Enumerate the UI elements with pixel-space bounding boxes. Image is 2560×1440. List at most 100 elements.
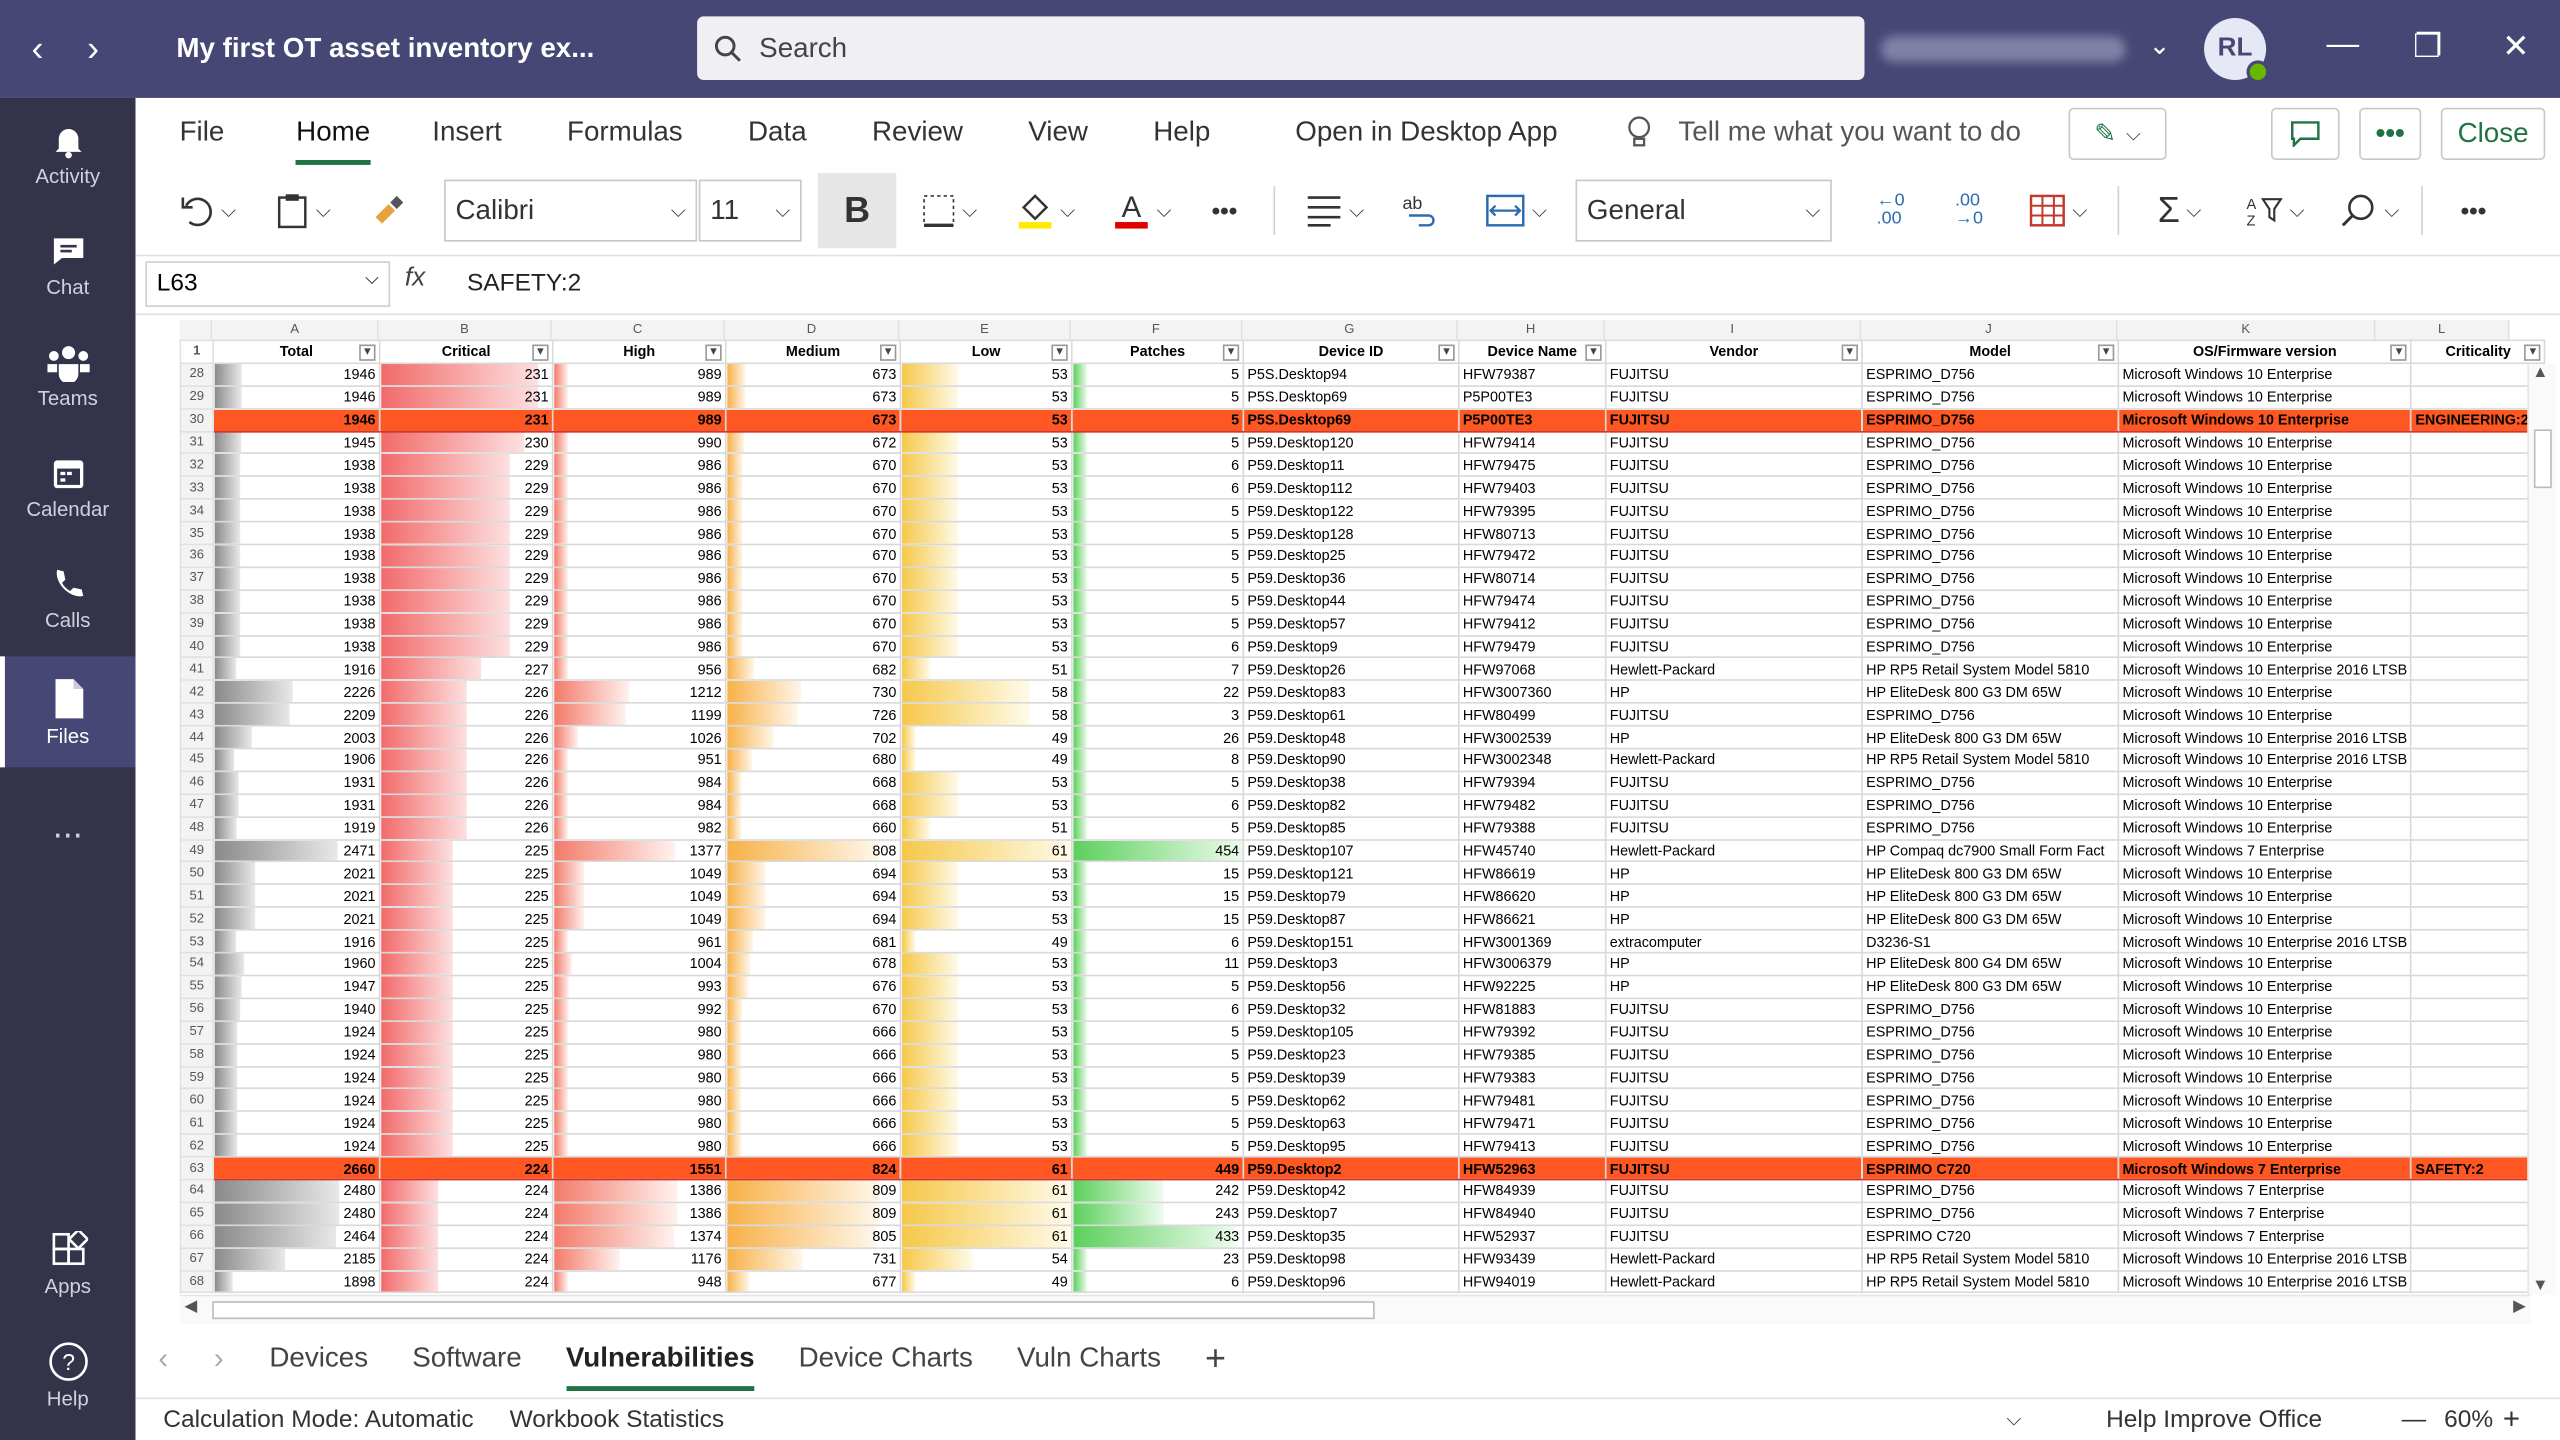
comments-button[interactable] bbox=[2271, 107, 2340, 160]
row-number[interactable]: 57 bbox=[179, 1019, 214, 1045]
column-title[interactable]: Device Name ▾ bbox=[1457, 339, 1607, 364]
table-cell[interactable]: 243 bbox=[1071, 1201, 1245, 1226]
table-cell[interactable]: 53 bbox=[899, 362, 1073, 387]
table-cell[interactable]: HFW52937 bbox=[1457, 1224, 1607, 1249]
table-cell[interactable]: HFW80713 bbox=[1457, 521, 1607, 546]
table-cell[interactable]: FUJITSU bbox=[1604, 634, 1863, 659]
table-cell[interactable]: HP EliteDesk 800 G4 DM 65W bbox=[1861, 951, 2120, 977]
table-cell[interactable]: 986 bbox=[551, 498, 727, 523]
table-cell[interactable]: 808 bbox=[724, 838, 902, 863]
table-row[interactable]: 67 2185 224 1176 731 54 23 P59.Desktop98 HFW9343… bbox=[179, 1246, 2546, 1272]
table-cell[interactable]: Microsoft Windows 10 Enterprise bbox=[2117, 611, 2413, 637]
table-cell[interactable]: Microsoft Windows 10 Enterprise bbox=[2117, 997, 2413, 1022]
table-cell[interactable]: HP RP5 Retail System Model 5810 bbox=[1861, 657, 2120, 682]
table-cell[interactable]: 670 bbox=[724, 589, 902, 614]
row-number[interactable]: 40 bbox=[179, 634, 214, 659]
table-cell[interactable]: 61 bbox=[899, 1178, 1073, 1204]
table-cell[interactable]: P59.Desktop98 bbox=[1242, 1246, 1460, 1272]
table-cell[interactable]: 53 bbox=[899, 521, 1073, 546]
row-number[interactable]: 29 bbox=[179, 384, 214, 410]
rail-teams[interactable]: Teams bbox=[0, 320, 136, 431]
table-cell[interactable]: 730 bbox=[724, 679, 902, 705]
table-row[interactable]: 61 1924 225 980 666 53 5 P59.Desktop63 HFW79471 F… bbox=[179, 1110, 2546, 1135]
table-cell[interactable]: Microsoft Windows 10 Enterprise bbox=[2117, 498, 2413, 523]
table-cell[interactable]: FUJITSU bbox=[1604, 1224, 1863, 1249]
table-cell[interactable]: ESPRIMO_D756 bbox=[1861, 1065, 2120, 1090]
table-cell[interactable]: 1946 bbox=[212, 384, 381, 410]
table-row[interactable]: 57 1924 225 980 666 53 5 P59.Desktop105 HFW79392… bbox=[179, 1019, 2546, 1045]
rail-apps[interactable]: Apps bbox=[0, 1208, 136, 1319]
table-cell[interactable]: 673 bbox=[724, 384, 902, 410]
table-cell[interactable]: P59.Desktop57 bbox=[1242, 611, 1460, 637]
table-cell[interactable]: P59.Desktop9 bbox=[1242, 634, 1460, 659]
table-row[interactable]: 41 1916 227 956 682 51 7 P59.Desktop26 HFW97068 H… bbox=[179, 657, 2546, 682]
table-cell[interactable]: 5 bbox=[1071, 1133, 1245, 1158]
table-cell[interactable]: 229 bbox=[378, 452, 554, 478]
table-cell[interactable]: 986 bbox=[551, 521, 727, 546]
table-cell[interactable]: P59.Desktop38 bbox=[1242, 770, 1460, 795]
table-cell[interactable]: 670 bbox=[724, 521, 902, 546]
table-cell[interactable]: FUJITSU bbox=[1604, 1201, 1863, 1226]
row-number[interactable]: 49 bbox=[179, 838, 214, 863]
table-cell[interactable]: 53 bbox=[899, 611, 1073, 637]
column-header[interactable]: C bbox=[551, 319, 725, 340]
table-row[interactable]: 37 1938 229 986 670 53 5 P59.Desktop36 HFW80714 F… bbox=[179, 566, 2546, 591]
table-cell[interactable]: 53 bbox=[899, 861, 1073, 886]
table-cell[interactable]: Microsoft Windows 7 Enterprise bbox=[2117, 1224, 2413, 1249]
table-cell[interactable]: 15 bbox=[1071, 906, 1245, 931]
font-name-dropdown[interactable]: Calibri ⌵ bbox=[444, 179, 698, 242]
table-cell[interactable]: 1924 bbox=[212, 1042, 381, 1067]
table-cell[interactable]: 226 bbox=[378, 793, 554, 818]
table-row[interactable]: 66 2464 224 1374 805 61 433 P59.Desktop35 HFW529… bbox=[179, 1224, 2546, 1249]
table-row[interactable]: 64 2480 224 1386 809 61 242 P59.Desktop42 HFW849… bbox=[179, 1178, 2546, 1204]
horizontal-scrollbar[interactable]: ◀ ▶ bbox=[179, 1294, 2531, 1325]
formula-input[interactable]: SAFETY:2 bbox=[467, 269, 581, 297]
table-cell[interactable]: 53 bbox=[899, 1065, 1073, 1090]
select-all-corner[interactable] bbox=[179, 319, 213, 340]
table-cell[interactable]: 22 bbox=[1071, 679, 1245, 705]
table-cell[interactable]: HFW79387 bbox=[1457, 362, 1607, 387]
table-cell[interactable]: 1919 bbox=[212, 815, 381, 841]
table-cell[interactable] bbox=[2410, 1065, 2546, 1090]
table-cell[interactable]: 668 bbox=[724, 770, 902, 795]
row-number[interactable]: 28 bbox=[179, 362, 214, 387]
column-title[interactable]: Patches ▾ bbox=[1071, 339, 1245, 364]
close-window-icon[interactable]: ✕ bbox=[2491, 26, 2540, 67]
table-cell[interactable]: HFW93439 bbox=[1457, 1246, 1607, 1272]
table-cell[interactable]: FUJITSU bbox=[1604, 362, 1863, 387]
row-number[interactable]: 63 bbox=[179, 1156, 214, 1181]
table-cell[interactable]: 1931 bbox=[212, 793, 381, 818]
table-cell[interactable]: 3 bbox=[1071, 702, 1245, 727]
table-cell[interactable]: 660 bbox=[724, 815, 902, 841]
decrease-decimal-button[interactable]: .00 →0 bbox=[1938, 180, 2000, 242]
table-cell[interactable] bbox=[2410, 1042, 2546, 1067]
table-cell[interactable]: Microsoft Windows 10 Enterprise bbox=[2117, 407, 2413, 432]
column-header[interactable]: J bbox=[1861, 319, 2118, 340]
tab-view[interactable]: View bbox=[1028, 106, 1088, 158]
table-row[interactable]: 30 1946 231 989 673 53 5 P5S.Desktop69 P5P00TE3 F… bbox=[179, 407, 2546, 432]
table-cell[interactable]: 53 bbox=[899, 384, 1073, 410]
column-title[interactable]: Model ▾ bbox=[1861, 339, 2120, 364]
table-cell[interactable]: FUJITSU bbox=[1604, 770, 1863, 795]
table-cell[interactable]: 1931 bbox=[212, 770, 381, 795]
table-row[interactable]: 43 2209 226 1199 726 58 3 P59.Desktop61 HFW80499… bbox=[179, 702, 2546, 727]
table-cell[interactable]: 49 bbox=[899, 1269, 1073, 1294]
add-sheet-icon[interactable]: + bbox=[1205, 1327, 1226, 1389]
table-cell[interactable]: HP EliteDesk 800 G3 DM 65W bbox=[1861, 906, 2120, 931]
table-cell[interactable]: 53 bbox=[899, 793, 1073, 818]
table-cell[interactable]: FUJITSU bbox=[1604, 702, 1863, 727]
table-cell[interactable]: 229 bbox=[378, 498, 554, 523]
table-cell[interactable]: 53 bbox=[899, 883, 1073, 909]
table-row[interactable]: 36 1938 229 986 670 53 5 P59.Desktop25 HFW79472 F… bbox=[179, 543, 2546, 569]
sort-filter-button[interactable]: A Z ⌵ bbox=[2238, 180, 2313, 242]
table-cell[interactable]: 5 bbox=[1071, 1019, 1245, 1045]
table-cell[interactable]: 681 bbox=[724, 929, 902, 954]
table-cell[interactable]: HFW79383 bbox=[1457, 1065, 1607, 1090]
table-cell[interactable]: Hewlett-Packard bbox=[1604, 1269, 1863, 1294]
table-cell[interactable]: P5S.Desktop69 bbox=[1242, 407, 1460, 432]
table-cell[interactable]: 666 bbox=[724, 1019, 902, 1045]
table-cell[interactable]: 1960 bbox=[212, 951, 381, 977]
table-cell[interactable]: P59.Desktop48 bbox=[1242, 725, 1460, 750]
table-cell[interactable] bbox=[2410, 589, 2546, 614]
table-row[interactable]: 47 1931 226 984 668 53 6 P59.Desktop82 HFW79482 F… bbox=[179, 793, 2546, 818]
